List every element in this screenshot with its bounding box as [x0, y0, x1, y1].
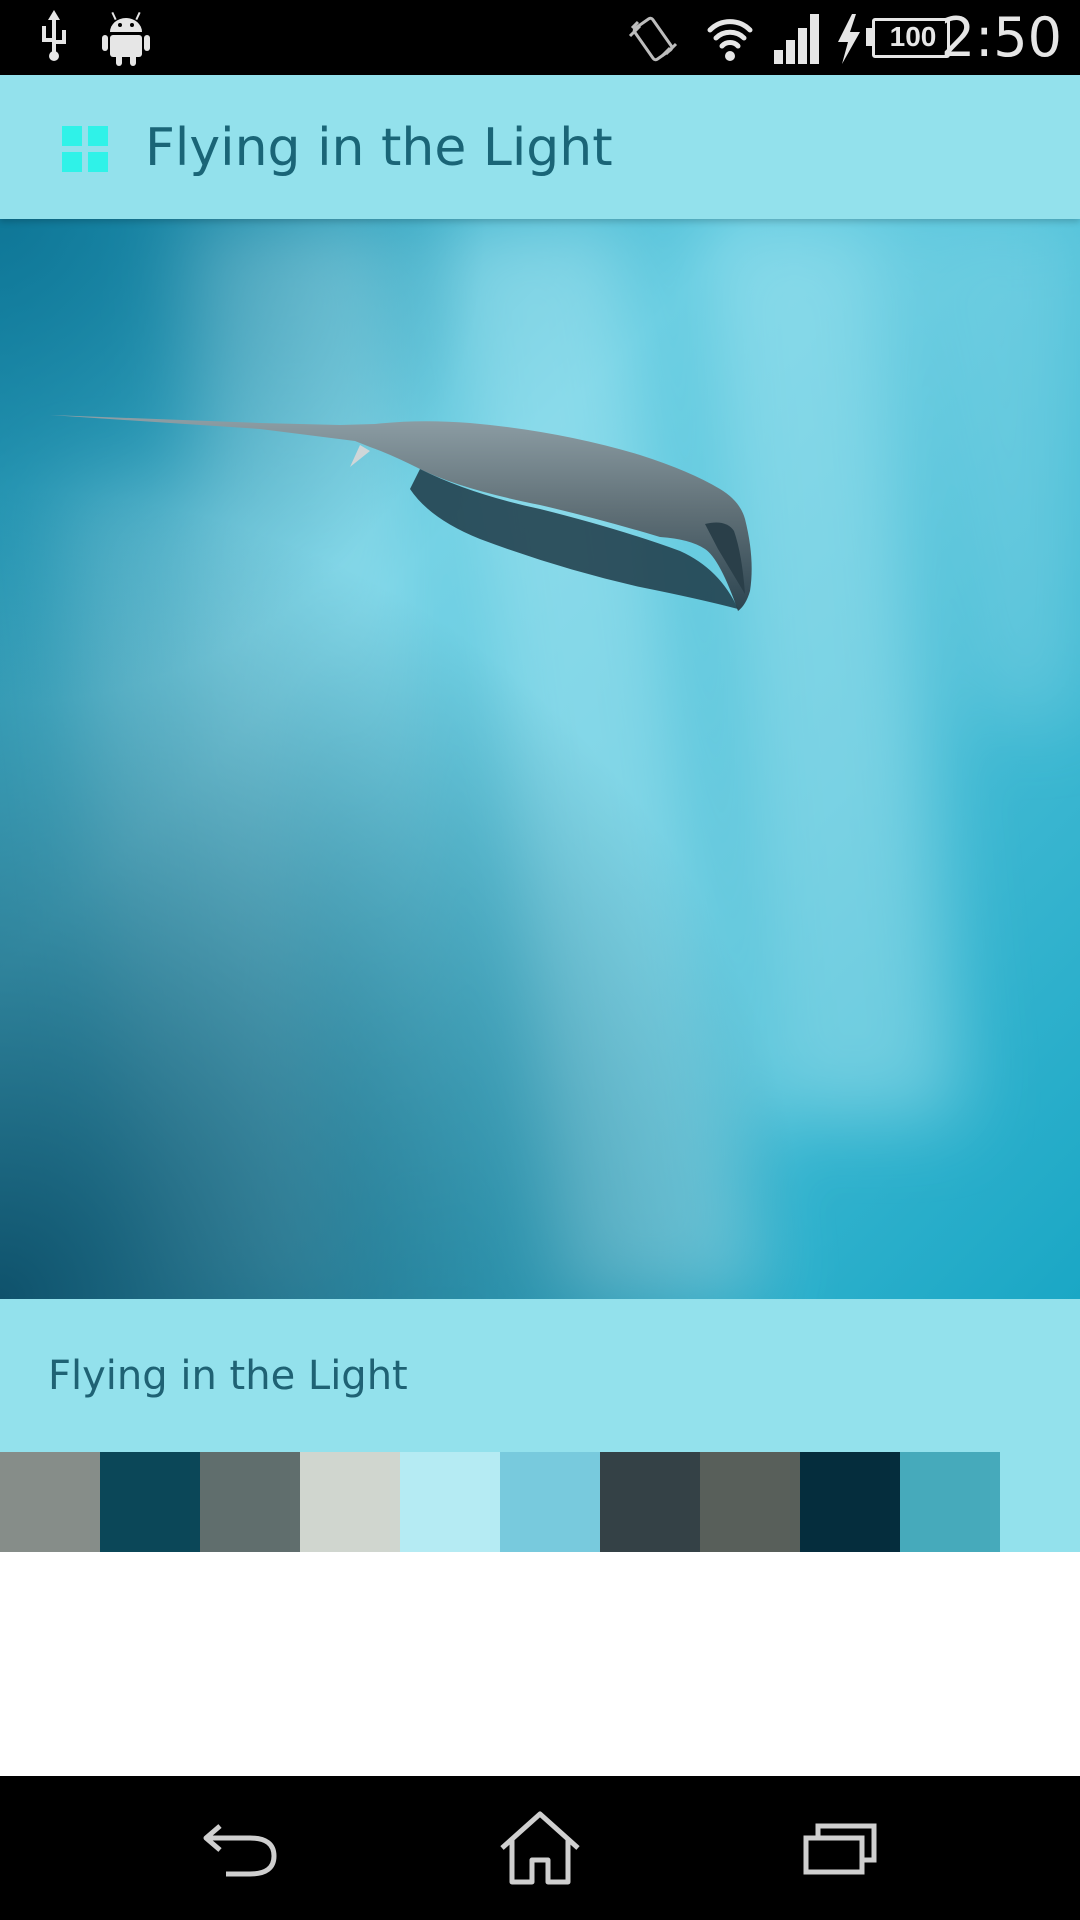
caption-area: Flying in the Light [0, 1299, 1080, 1452]
color-swatch[interactable] [400, 1452, 500, 1552]
android-debug-icon [102, 11, 150, 66]
page-title: Flying in the Light [145, 118, 613, 178]
charging-icon [838, 14, 860, 64]
palette-grid-icon[interactable] [62, 126, 108, 172]
color-swatch[interactable] [800, 1452, 900, 1552]
empty-content-area [0, 1552, 1080, 1776]
color-swatch[interactable] [0, 1452, 100, 1552]
color-swatch[interactable] [300, 1452, 400, 1552]
recent-apps-button[interactable] [785, 1806, 895, 1890]
clock: 2:50 [940, 6, 1062, 69]
color-palette [0, 1452, 1080, 1552]
color-swatch[interactable] [900, 1452, 1000, 1552]
navigation-bar [0, 1776, 1080, 1920]
usb-icon [42, 10, 66, 61]
color-swatch[interactable] [100, 1452, 200, 1552]
vibrate-icon [628, 16, 678, 62]
status-bar: 100 2:50 [0, 0, 1080, 75]
color-swatch[interactable] [600, 1452, 700, 1552]
back-icon [203, 1824, 277, 1877]
stingray-photo [0, 219, 1080, 1299]
recent-apps-icon [803, 1823, 877, 1875]
battery-icon: 100 [866, 18, 950, 58]
app-bar: Flying in the Light [0, 75, 1080, 219]
battery-level: 100 [889, 21, 937, 52]
back-button[interactable] [186, 1806, 296, 1890]
home-button[interactable] [485, 1806, 595, 1890]
signal-icon [774, 14, 819, 64]
wifi-icon [707, 19, 753, 61]
color-swatch[interactable] [700, 1452, 800, 1552]
color-swatch[interactable] [200, 1452, 300, 1552]
photo-caption: Flying in the Light [48, 1353, 408, 1399]
color-swatch[interactable] [500, 1452, 600, 1552]
home-icon [500, 1811, 580, 1885]
